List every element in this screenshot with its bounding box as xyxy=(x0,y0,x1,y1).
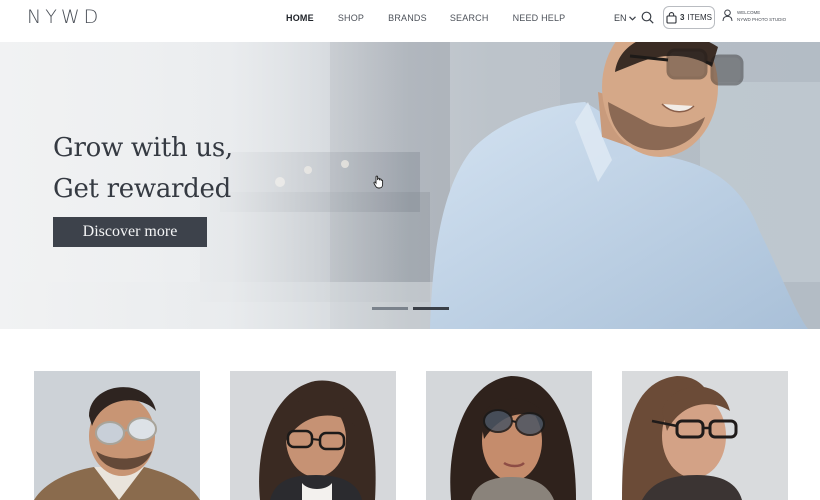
product-card[interactable] xyxy=(622,371,788,500)
brand-logo[interactable]: NYWD xyxy=(27,6,102,28)
product-card[interactable] xyxy=(34,371,200,500)
nav-item-search[interactable]: SEARCH xyxy=(450,13,489,23)
product-image xyxy=(426,371,592,500)
carousel-indicators xyxy=(372,307,449,310)
product-image xyxy=(34,371,200,500)
main-nav: HOME SHOP BRANDS SEARCH NEED HELP xyxy=(286,13,565,23)
product-card[interactable] xyxy=(426,371,592,500)
nav-item-home[interactable]: HOME xyxy=(286,13,314,23)
product-card[interactable] xyxy=(230,371,396,500)
hero-banner: Grow with us, Get rewarded Discover more xyxy=(0,42,820,329)
search-icon[interactable] xyxy=(641,11,654,24)
nav-item-brands[interactable]: BRANDS xyxy=(388,13,427,23)
cart-label: ITEMS xyxy=(687,13,712,22)
chevron-down-icon xyxy=(628,15,636,21)
carousel-dot-2[interactable] xyxy=(413,307,449,310)
site-header: NYWD HOME SHOP BRANDS SEARCH NEED HELP E… xyxy=(0,0,820,42)
user-greeting: WELCOME NYWD PHOTO STUDIO xyxy=(737,9,786,23)
discover-more-button[interactable]: Discover more xyxy=(53,217,207,247)
headline-line-1: Grow with us, xyxy=(53,133,233,163)
nav-item-need-help[interactable]: NEED HELP xyxy=(513,13,566,23)
headline-line-2: Get rewarded xyxy=(53,174,231,204)
product-grid xyxy=(0,329,820,500)
hero-headline: Grow with us, Get rewarded xyxy=(53,128,233,210)
cursor-icon xyxy=(373,175,384,189)
language-label: EN xyxy=(614,13,627,23)
cart-button[interactable]: 3 ITEMS xyxy=(663,6,715,29)
user-icon xyxy=(722,9,733,22)
studio-name: NYWD PHOTO STUDIO xyxy=(737,17,787,22)
product-image xyxy=(622,371,788,500)
bag-icon xyxy=(666,11,677,24)
product-image xyxy=(230,371,396,500)
carousel-dot-1[interactable] xyxy=(372,307,408,310)
welcome-label: WELCOME xyxy=(737,10,761,15)
language-selector[interactable]: EN xyxy=(614,13,636,23)
account-menu[interactable]: WELCOME NYWD PHOTO STUDIO xyxy=(722,9,786,23)
nav-item-shop[interactable]: SHOP xyxy=(338,13,364,23)
cart-count: 3 xyxy=(680,13,685,22)
